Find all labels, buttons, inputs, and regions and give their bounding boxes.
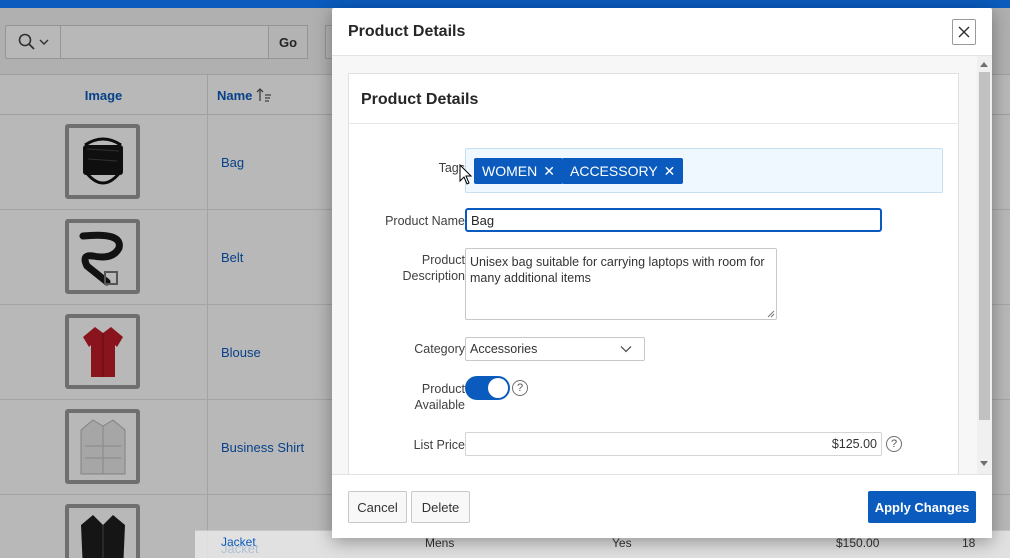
app-top-bar: [0, 0, 1010, 8]
mouse-cursor-icon: [459, 164, 473, 185]
product-details-region: Product Details Tags WOMEN ✕ ACCESSORY ✕…: [348, 73, 959, 474]
delete-button[interactable]: Delete: [411, 491, 470, 523]
help-icon[interactable]: ?: [512, 380, 528, 396]
cancel-button[interactable]: Cancel: [348, 491, 407, 523]
apply-changes-button[interactable]: Apply Changes: [868, 491, 976, 523]
available-label-line1: Product: [421, 382, 465, 396]
gender-cell: Mens: [425, 536, 455, 550]
description-label-line1: Product: [421, 253, 465, 267]
tag-chip-women[interactable]: WOMEN ✕: [474, 158, 563, 184]
scrollbar-thumb[interactable]: [979, 72, 990, 420]
tags-field[interactable]: WOMEN ✕ ACCESSORY ✕: [465, 148, 943, 193]
toggle-knob: [488, 378, 508, 398]
help-icon[interactable]: ?: [886, 436, 902, 452]
list-price-input[interactable]: $125.00: [465, 432, 882, 456]
available-cell: Yes: [612, 536, 632, 550]
dialog-footer: Cancel Delete Apply Changes: [332, 474, 992, 538]
price-cell: $150.00: [836, 536, 880, 550]
product-name-input[interactable]: Bag: [465, 208, 882, 232]
region-divider: [349, 123, 958, 124]
scroll-up-arrow-icon[interactable]: [980, 62, 988, 67]
dialog-title: Product Details: [348, 23, 466, 40]
chevron-down-icon: [620, 346, 632, 353]
category-label: Category: [414, 342, 465, 356]
category-value: Accessories: [470, 342, 538, 356]
remove-tag-icon[interactable]: ✕: [664, 163, 676, 180]
product-description-text: Unisex bag suitable for carrying laptops…: [470, 255, 765, 285]
dialog-header: Product Details: [332, 8, 992, 56]
tag-chip-label: WOMEN: [482, 163, 538, 179]
dialog-body: Product Details Tags WOMEN ✕ ACCESSORY ✕…: [332, 56, 992, 474]
remove-tag-icon[interactable]: ✕: [543, 163, 555, 180]
dialog-scrollbar[interactable]: [977, 56, 992, 474]
list-price-label: List Price: [413, 438, 465, 452]
resize-handle-icon[interactable]: [767, 310, 775, 318]
tag-chip-accessory[interactable]: ACCESSORY ✕: [562, 158, 684, 184]
jacket-link[interactable]: Jacket: [221, 535, 256, 549]
category-select[interactable]: Accessories: [465, 337, 645, 361]
available-label-line2: Available: [414, 398, 465, 412]
scroll-down-arrow-icon[interactable]: [980, 461, 988, 466]
product-details-dialog: Product Details Product Details Tags WOM…: [332, 8, 992, 538]
region-title: Product Details: [361, 91, 479, 108]
product-description-textarea[interactable]: Unisex bag suitable for carrying laptops…: [465, 248, 777, 320]
tag-chip-label: ACCESSORY: [570, 163, 658, 179]
description-label-line2: Description: [402, 269, 465, 283]
product-available-toggle[interactable]: [465, 376, 510, 400]
close-icon: [958, 26, 970, 38]
product-name-label: Product Name: [385, 214, 465, 228]
qty-cell: 18: [962, 536, 976, 550]
close-button[interactable]: [952, 19, 976, 45]
